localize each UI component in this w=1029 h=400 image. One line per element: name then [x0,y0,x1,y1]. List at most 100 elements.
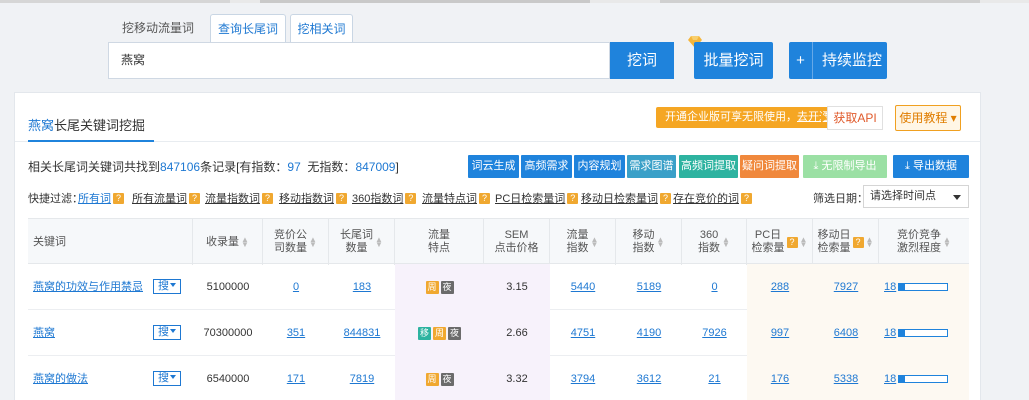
filter-bidding-words[interactable]: 存在竞价的词? [673,190,752,206]
sort-icon[interactable]: ▲ ▼ [375,236,383,249]
sort-icon[interactable]: ▲ ▼ [309,236,317,249]
help-icon[interactable]: ? [262,193,273,204]
high-freq-extract-button[interactable]: 高频词提取 [679,155,738,178]
sort-icon[interactable]: ▲ ▼ [943,236,951,249]
cell-mobile-daily[interactable]: 7927 [813,264,879,310]
wordcloud-button[interactable]: 词云生成 [468,155,519,178]
filter-360-index-words[interactable]: 360指数词? [352,190,417,206]
help-icon[interactable]: ? [567,193,579,204]
cell-bid-companies[interactable]: 351 [263,310,329,356]
cell-longtail[interactable]: 183 [329,264,395,310]
date-select[interactable]: 请选择时间点 [863,185,969,208]
help-icon[interactable]: ? [189,193,200,204]
cell-bid-companies[interactable]: 0 [263,264,329,310]
help-icon[interactable]: ? [336,193,347,204]
filter-pc-daily-words[interactable]: PC日检索量词? [495,190,579,206]
cell-360-index[interactable]: 7926 [682,310,747,356]
cell-competition: 18 [879,264,969,310]
help-icon[interactable]: ? [113,193,124,204]
cell-mobile-daily[interactable]: 5338 [813,356,879,400]
tab-related-words[interactable]: 挖相关词 [290,14,353,43]
cell-pc-daily[interactable]: 176 [747,356,813,400]
high-freq-demand-button[interactable]: 高频需求 [521,155,572,178]
cell-longtail[interactable]: 844831 [329,310,395,356]
cell-traffic-index[interactable]: 4751 [550,310,616,356]
summary-mid2: 无指数： [300,160,356,174]
cell-traffic-feature: 周夜 [395,264,484,310]
help-icon[interactable]: ? [786,236,798,248]
panel-divider [15,141,980,142]
tab-mobile-traffic-words[interactable]: 挖移动流量词 [108,14,208,43]
help-icon[interactable]: ? [852,236,864,248]
content-planning-button[interactable]: 内容规划 [574,155,625,178]
unlimited-export-button[interactable]: ⤓ 无限制导出 [803,155,887,178]
sort-icon[interactable]: ▲ ▼ [800,236,808,249]
day-badge: 周 [433,326,446,340]
question-extract-button[interactable]: 疑问词提取 [740,155,799,178]
filter-all-traffic-words[interactable]: 所有流量词? [132,190,200,206]
search-dropdown-button[interactable]: 搜 [153,279,181,294]
promo-text: 开通企业版可享无限使用， [665,111,797,123]
monitor-button[interactable]: + 持续监控 [789,42,887,79]
top-strip [0,0,1029,3]
summary-with-index: 97 [287,160,301,174]
col-competition[interactable]: 竞价竞争 激烈程度 ▲ ▼ [879,219,969,265]
filter-all-words[interactable]: 所有词? [78,190,124,206]
get-api-button[interactable]: 获取API [827,106,883,130]
sort-icon[interactable]: ▲ ▼ [657,236,665,249]
filter-mobile-index-words[interactable]: 移动指数词? [279,190,347,206]
summary-no-index: 847009 [355,160,396,174]
competition-value[interactable]: 18 [884,310,896,356]
col-bid-companies[interactable]: 竞价公 司数量 ▲ ▼ [263,219,329,265]
cell-traffic-index[interactable]: 5440 [550,264,616,310]
demand-graph-button[interactable]: 需求图谱 [627,155,676,178]
cell-pc-daily[interactable]: 997 [747,310,813,356]
cell-mobile-index[interactable]: 4190 [616,310,682,356]
help-icon[interactable]: ? [479,193,490,204]
sort-icon[interactable]: ▲ ▼ [722,236,730,249]
col-indexed[interactable]: 收录量 ▲ ▼ [193,219,263,265]
col-longtail[interactable]: 长尾词 数量 ▲ ▼ [329,219,395,265]
cell-360-index[interactable]: 21 [682,356,747,400]
tutorial-button[interactable]: 使用教程 ▾ [895,105,961,131]
cell-longtail[interactable]: 7819 [329,356,395,400]
dig-button[interactable]: 挖词 [610,42,674,79]
col-mobile-daily[interactable]: 移动日 检索量? ▲ ▼ [813,219,879,265]
cell-mobile-index[interactable]: 5189 [616,264,682,310]
help-icon[interactable]: ? [741,193,752,204]
col-360-index[interactable]: 360 指数 ▲ ▼ [682,219,747,265]
search-dropdown-button[interactable]: 搜 [153,325,181,340]
search-input[interactable]: 燕窝 [108,42,610,79]
title-keyword: 燕窝 [28,118,55,133]
summary-mid: 条记录[有指数： [200,160,288,174]
col-traffic-index[interactable]: 流量 指数 ▲ ▼ [550,219,616,265]
competition-value[interactable]: 18 [884,356,896,400]
cell-indexed: 6540000 [206,373,250,385]
monitor-label: 持续监控 [822,52,883,69]
tab-longtail-query[interactable]: 查询长尾词 [210,14,286,44]
filter-traffic-feature-words[interactable]: 流量特点词? [422,190,490,206]
sort-icon[interactable]: ▲ ▼ [866,236,874,249]
search-dropdown-button[interactable]: 搜 [153,371,181,386]
export-data-button[interactable]: ⤓ 导出数据 [893,155,969,178]
cell-indexed: 70300000 [203,327,253,339]
plus-icon: + [789,42,813,79]
competition-value[interactable]: 18 [884,264,896,310]
competition-bar [898,283,948,291]
sort-icon[interactable]: ▲ ▼ [241,236,249,249]
filter-mobile-daily-words[interactable]: 移动日检索量词? [581,190,671,206]
cell-mobile-daily[interactable]: 6408 [813,310,879,356]
batch-dig-button[interactable]: 批量挖词 [694,42,773,79]
filter-traffic-index-words[interactable]: 流量指数词? [205,190,273,206]
help-icon[interactable]: ? [405,193,417,204]
cell-pc-daily[interactable]: 288 [747,264,813,310]
cell-360-index[interactable]: 0 [682,264,747,310]
sort-icon[interactable]: ▲ ▼ [591,236,599,249]
col-pc-daily[interactable]: PC日 检索量? ▲ ▼ [747,219,813,265]
col-sem-price: SEM 点击价格 [484,219,550,265]
col-mobile-index[interactable]: 移动 指数 ▲ ▼ [616,219,682,265]
cell-mobile-index[interactable]: 3612 [616,356,682,400]
cell-bid-companies[interactable]: 171 [263,356,329,400]
cell-traffic-index[interactable]: 3794 [550,356,616,400]
help-icon[interactable]: ? [660,193,671,204]
